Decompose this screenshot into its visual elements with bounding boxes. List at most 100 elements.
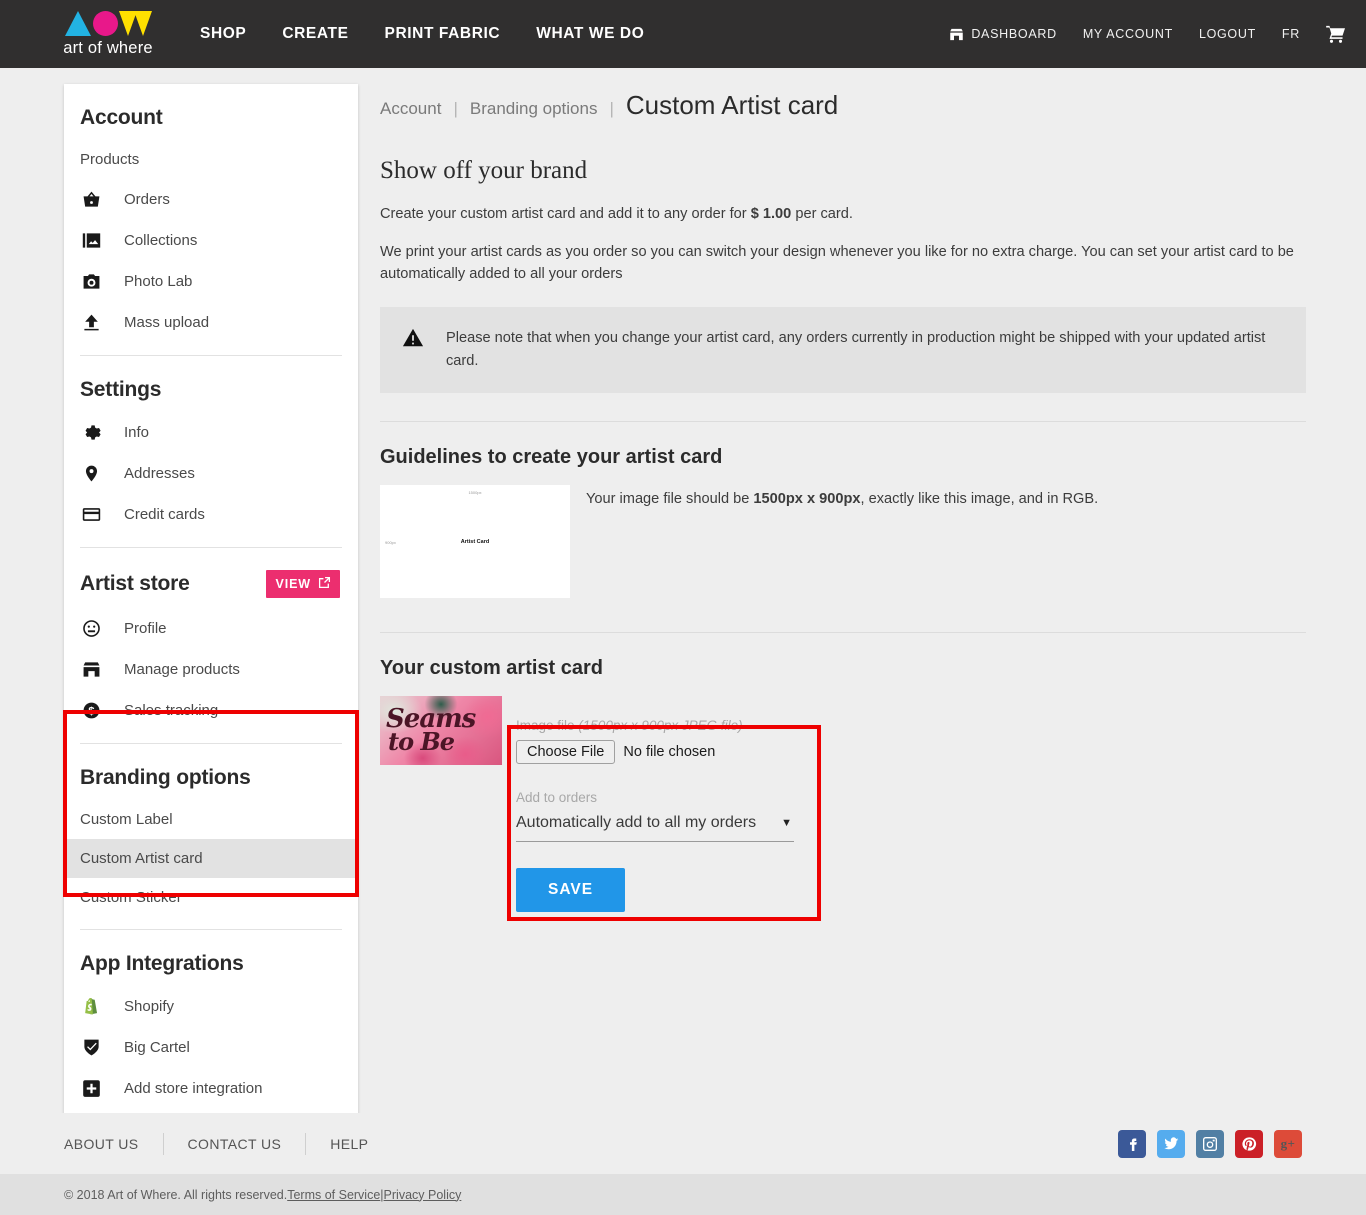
facebook-icon[interactable] — [1118, 1129, 1146, 1158]
nav-item-logout[interactable]: LOGOUT — [1199, 27, 1256, 41]
intro-text-before: Create your custom artist card and add i… — [380, 206, 751, 222]
sidebar-item-photo-lab[interactable]: Photo Lab — [80, 261, 342, 302]
google-plus-glyph: g+ — [1280, 1135, 1296, 1151]
shopify-icon — [80, 997, 102, 1016]
pinterest-icon[interactable] — [1235, 1129, 1263, 1158]
sidebar-item-mass-upload[interactable]: Mass upload — [80, 302, 342, 343]
breadcrumb-branding-options[interactable]: Branding options — [470, 99, 598, 119]
twitter-icon[interactable] — [1157, 1129, 1185, 1158]
guidelines-dimensions: 1500px x 900px — [753, 491, 861, 507]
sidebar-item-orders[interactable]: Orders — [80, 179, 342, 220]
page-title: Custom Artist card — [625, 90, 839, 120]
sidebar-item-info-label: Info — [124, 424, 150, 441]
basket-icon — [80, 190, 102, 209]
sidebar-item-shopify[interactable]: Shopify — [80, 986, 342, 1027]
sidebar-item-manage-products[interactable]: Manage products — [80, 649, 342, 690]
section-heading-guidelines: Guidelines to create your artist card — [380, 446, 723, 468]
content-divider-1 — [380, 421, 1306, 422]
no-file-chosen-text: No file chosen — [623, 744, 716, 760]
header-utility-nav: DASHBOARD MY ACCOUNT LOGOUT FR — [949, 0, 1346, 68]
privacy-policy-link[interactable]: Privacy Policy — [384, 1188, 462, 1202]
sidebar-item-mass-upload-label: Mass upload — [124, 314, 210, 331]
sidebar-item-addresses-label: Addresses — [124, 465, 195, 482]
warning-notice-text: Please note that when you change your ar… — [446, 330, 1266, 369]
cart-button[interactable] — [1326, 25, 1346, 43]
sidebar-item-big-cartel[interactable]: Big Cartel — [80, 1027, 342, 1068]
copyright-text: © 2018 Art of Where. All rights reserved… — [64, 1187, 288, 1202]
nav-item-create[interactable]: CREATE — [282, 25, 348, 43]
guidelines-text-before: Your image file should be — [586, 491, 754, 507]
breadcrumb-account[interactable]: Account — [380, 99, 441, 119]
intro-paragraph-2: We print your artist cards as you order … — [380, 244, 1294, 282]
sidebar-section-settings: Settings Info Addresses Credit cards — [64, 356, 358, 548]
sidebar-section-integrations: App Integrations Shopify Big Cartel Add … — [64, 930, 358, 1109]
images-icon — [80, 231, 102, 250]
sidebar-item-profile[interactable]: Profile — [80, 608, 342, 649]
artist-card-preview-text: Seams to Be — [380, 696, 502, 765]
sidebar-item-sales-tracking[interactable]: $ Sales tracking — [80, 690, 342, 731]
add-to-orders-select[interactable]: Automatically add to all my orders ▼ — [516, 812, 794, 842]
account-sidebar: Account Products Orders Collections Phot… — [63, 84, 359, 1127]
sidebar-item-orders-label: Orders — [124, 191, 170, 208]
artist-card-form: Image file (1500px x 900px JPEG file) Ch… — [502, 696, 816, 934]
guidelines-text: Your image file should be 1500px x 900px… — [586, 485, 1098, 507]
sidebar-section-branding: Branding options Custom Label Custom Art… — [64, 744, 358, 930]
nav-item-what-we-do[interactable]: WHAT WE DO — [536, 25, 644, 43]
view-store-button[interactable]: VIEW — [266, 570, 340, 598]
sidebar-heading-integrations: App Integrations — [80, 952, 244, 975]
custom-card-form-row: Seams to Be Image file (1500px x 900px J… — [380, 696, 1306, 934]
plus-square-icon — [80, 1079, 102, 1098]
google-plus-icon[interactable]: g+ — [1274, 1129, 1302, 1158]
warning-triangle-icon — [402, 327, 424, 373]
image-file-hint: (1500px x 900px JPEG file) — [578, 718, 743, 733]
svg-text:$: $ — [88, 705, 94, 717]
nav-item-dashboard[interactable]: DASHBOARD — [949, 27, 1056, 42]
sidebar-section-artist-store: Artist store VIEW Profile Manage product… — [64, 548, 358, 744]
sidebar-heading-artist-store-row: Artist store VIEW — [80, 548, 342, 608]
choose-file-button[interactable]: Choose File — [516, 740, 616, 764]
save-button[interactable]: SAVE — [516, 868, 626, 912]
view-store-button-label: VIEW — [275, 577, 311, 591]
sidebar-heading-branding: Branding options — [80, 766, 251, 789]
artist-card-preview-line2: to Be — [388, 727, 455, 757]
external-link-icon — [318, 576, 331, 592]
footer-link-about-us[interactable]: ABOUT US — [64, 1136, 139, 1152]
sidebar-item-collections[interactable]: Collections — [80, 220, 342, 261]
sidebar-item-addresses[interactable]: Addresses — [80, 453, 342, 494]
nav-item-dashboard-label: DASHBOARD — [971, 27, 1057, 41]
guidelines-row: 1500px 900px Artist Card Your image file… — [380, 485, 1306, 598]
face-icon — [80, 619, 102, 638]
page-body: Account Products Orders Collections Phot… — [0, 68, 1366, 1127]
sidebar-item-custom-label[interactable]: Custom Label — [64, 800, 358, 839]
sidebar-item-sales-tracking-label: Sales tracking — [124, 702, 219, 719]
section-heading-your-custom-artist-card: Your custom artist card — [380, 657, 604, 679]
storefront-icon — [80, 660, 102, 679]
sidebar-item-add-store-integration[interactable]: Add store integration — [80, 1068, 342, 1109]
map-pin-icon — [80, 464, 102, 483]
sidebar-item-products[interactable]: Products — [80, 140, 342, 179]
guideline-example-image: 1500px 900px Artist Card — [380, 485, 570, 598]
sidebar-item-credit-cards[interactable]: Credit cards — [80, 494, 342, 535]
sidebar-item-custom-sticker[interactable]: Custom Sticker — [64, 878, 358, 917]
nav-item-print-fabric[interactable]: PRINT FABRIC — [385, 25, 501, 43]
sidebar-item-custom-artist-card[interactable]: Custom Artist card — [64, 839, 358, 878]
logo-triangle-icon — [64, 11, 91, 36]
terms-of-service-link[interactable]: Terms of Service — [287, 1188, 380, 1202]
dollar-coin-icon: $ — [80, 701, 102, 720]
instagram-icon[interactable] — [1196, 1129, 1224, 1158]
file-input-row[interactable]: Choose File No file chosen — [516, 740, 794, 764]
nav-item-shop[interactable]: SHOP — [200, 25, 246, 43]
guideline-center-label: Artist Card — [460, 538, 490, 545]
breadcrumb: Account | Branding options | Custom Arti… — [380, 90, 1306, 121]
artist-card-price: $ 1.00 — [750, 206, 792, 222]
site-logo[interactable]: art of where — [56, 10, 160, 58]
footer-link-help[interactable]: HELP — [330, 1136, 368, 1152]
nav-item-my-account[interactable]: MY ACCOUNT — [1083, 27, 1173, 41]
sidebar-item-info[interactable]: Info — [80, 412, 342, 453]
footer-link-contact-us[interactable]: CONTACT US — [188, 1136, 282, 1152]
gear-icon — [80, 423, 102, 442]
nav-item-language-fr[interactable]: FR — [1282, 27, 1300, 41]
sidebar-heading-account: Account — [80, 106, 163, 129]
logo-circle-icon — [92, 11, 118, 36]
footer-divider-2 — [305, 1132, 307, 1155]
